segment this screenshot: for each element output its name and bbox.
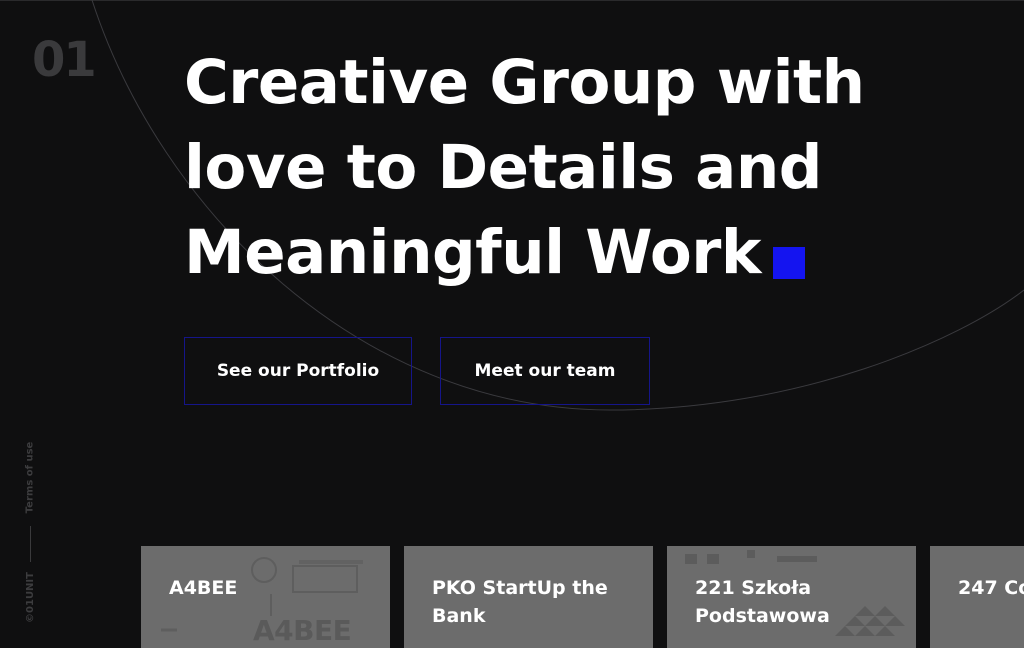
terms-of-use-label[interactable]: Terms of use [25,441,36,513]
meet-team-button[interactable]: Meet our team [440,337,650,405]
blue-square-icon [772,247,805,279]
copyright-label: ©01UNIT [24,571,36,623]
terms-of-use-link[interactable]: Terms of use [20,440,40,514]
see-portfolio-button[interactable]: See our Portfolio [184,337,412,405]
project-card-title: A4BEE [169,577,238,599]
card-watermark: A4BEE [253,614,352,647]
vertical-divider [30,526,31,562]
project-card-pko[interactable]: PKO StartUp the Bank [404,546,653,648]
hero-headline: Creative Group with love to Details and … [184,40,984,295]
project-carousel: A4BEE A4BEE PKO StartUp the Bank 221 Szk… [141,546,1024,648]
top-border [0,0,1024,1]
project-card-title: PKO StartUp the Bank [432,577,608,627]
headline-line-2: love to Details and [184,132,822,203]
project-card-221[interactable]: 221 Szkoła Podstawowa [667,546,916,648]
headline-line-1: Creative Group with [184,47,865,118]
project-card-title: 221 Szkoła Podstawowa [695,577,830,627]
project-card-a4bee[interactable]: A4BEE A4BEE [141,546,390,648]
project-card-247[interactable]: 247 Comm [930,546,1024,648]
copyright: ©01UNIT [20,570,40,624]
headline-line-3: Meaningful Work [184,217,761,288]
section-number: 01 [32,32,97,88]
project-card-title: 247 Comm [958,577,1024,599]
